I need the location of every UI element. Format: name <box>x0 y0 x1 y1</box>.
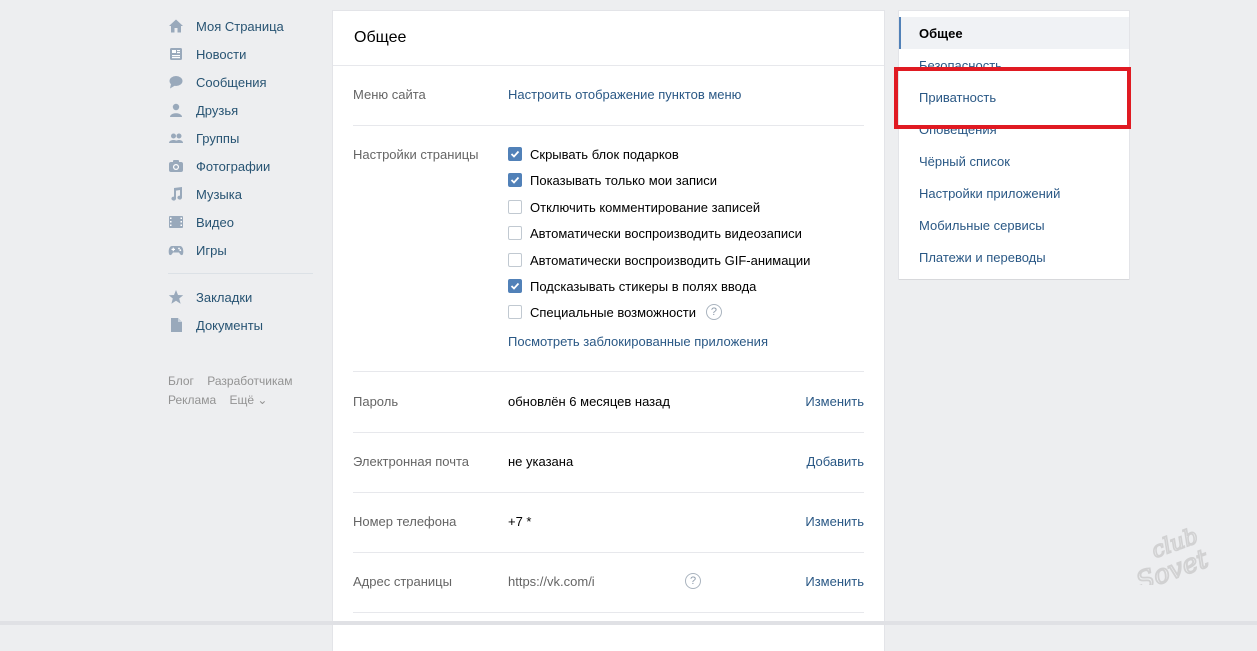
nav-item-video[interactable]: Видео <box>168 208 313 236</box>
camera-icon <box>168 158 184 174</box>
checkbox-unchecked[interactable] <box>508 226 522 240</box>
settings-panel: Общее Меню сайта Настроить отображение п… <box>333 11 884 651</box>
nav-item-label: Документы <box>196 317 264 333</box>
nav-item-photos[interactable]: Фотографии <box>168 152 313 180</box>
groups-icon <box>168 130 184 146</box>
nav-item-messages[interactable]: Сообщения <box>168 68 313 96</box>
nav-item-friends[interactable]: Друзья <box>168 96 313 124</box>
nav-item-documents[interactable]: Документы <box>168 311 313 339</box>
nav-item-label: Группы <box>196 130 240 146</box>
menu-item-mobile-services[interactable]: Мобильные сервисы <box>899 209 1129 241</box>
menu-item-payments[interactable]: Платежи и переводы <box>899 241 1129 273</box>
checkbox-unchecked[interactable] <box>508 305 522 319</box>
menu-item-app-settings[interactable]: Настройки приложений <box>899 177 1129 209</box>
phone-label: Номер телефона <box>353 514 457 529</box>
menu-item-security[interactable]: Безопасность <box>899 49 1129 81</box>
nav-item-bookmarks[interactable]: Закладки <box>168 283 313 311</box>
friends-icon <box>168 102 184 118</box>
option-label: Автоматически воспроизводить видеозаписи <box>530 225 802 241</box>
settings-sections-menu: Общее Безопасность Приватность Оповещени… <box>899 11 1129 279</box>
menu-item-notifications[interactable]: Оповещения <box>899 113 1129 145</box>
home-icon <box>168 18 184 34</box>
option-hide-gifts[interactable]: Скрывать блок подарков <box>508 144 679 164</box>
option-label: Показывать только мои записи <box>530 172 718 188</box>
news-icon <box>168 46 184 62</box>
option-accessibility[interactable]: Специальные возможности ? <box>508 302 722 322</box>
bottom-strip <box>0 621 1257 625</box>
blocked-apps-link[interactable]: Посмотреть заблокированные приложения <box>508 334 768 349</box>
change-password-link[interactable]: Изменить <box>805 394 864 409</box>
nav-item-groups[interactable]: Группы <box>168 124 313 152</box>
option-autoplay-gif[interactable]: Автоматически воспроизводить GIF-анимаци… <box>508 250 810 270</box>
divider <box>353 432 864 433</box>
footer-link-developers[interactable]: Разработчикам <box>207 374 292 388</box>
email-value: не указана <box>508 454 574 469</box>
nav-item-music[interactable]: Музыка <box>168 180 313 208</box>
footer-link-ads[interactable]: Реклама <box>168 393 216 407</box>
watermark-logo: club Sovet <box>1125 523 1225 598</box>
footer-link-more[interactable]: Ещё ⌄ <box>229 393 267 407</box>
option-suggest-stickers[interactable]: Подсказывать стикеры в полях ввода <box>508 276 756 296</box>
divider <box>353 552 864 553</box>
nav-item-label: Видео <box>196 214 234 230</box>
phone-value: +7 * <box>508 514 532 529</box>
nav-item-label: Закладки <box>196 289 253 305</box>
help-icon[interactable]: ? <box>685 573 701 589</box>
option-label: Специальные возможности <box>530 304 696 320</box>
password-label: Пароль <box>353 394 399 409</box>
page-settings-options: Скрывать блок подарков Показывать только… <box>353 144 864 344</box>
checkbox-unchecked[interactable] <box>508 200 522 214</box>
checkbox-unchecked[interactable] <box>508 253 522 267</box>
change-address-link[interactable]: Изменить <box>805 574 864 589</box>
option-autoplay-video[interactable]: Автоматически воспроизводить видеозаписи <box>508 223 802 243</box>
nav-item-label: Моя Страница <box>196 18 284 34</box>
option-label: Автоматически воспроизводить GIF-анимаци… <box>530 252 811 268</box>
menu-item-privacy[interactable]: Приватность <box>899 81 1129 113</box>
divider <box>353 125 864 126</box>
menu-item-blacklist[interactable]: Чёрный список <box>899 145 1129 177</box>
menu-item-general[interactable]: Общее <box>899 17 1129 49</box>
option-disable-comments[interactable]: Отключить комментирование записей <box>508 197 760 217</box>
email-label: Электронная почта <box>353 454 470 469</box>
gamepad-icon <box>168 242 184 258</box>
option-label: Отключить комментирование записей <box>530 199 761 215</box>
checkbox-checked[interactable] <box>508 279 522 293</box>
divider <box>353 492 864 493</box>
nav-item-label: Музыка <box>196 186 242 202</box>
messages-icon <box>168 74 184 90</box>
nav-item-label: Сообщения <box>196 74 267 90</box>
nav-item-games[interactable]: Игры <box>168 236 313 264</box>
password-status: обновлён 6 месяцев назад <box>508 394 670 409</box>
option-label: Подсказывать стикеры в полях ввода <box>530 278 757 294</box>
divider <box>353 612 864 613</box>
nav-item-label: Фотографии <box>196 158 271 174</box>
nav-item-label: Друзья <box>196 102 239 118</box>
menu-label: Меню сайта <box>353 87 426 102</box>
customize-menu-link[interactable]: Настроить отображение пунктов меню <box>508 87 741 102</box>
change-phone-link[interactable]: Изменить <box>805 514 864 529</box>
checkbox-checked[interactable] <box>508 173 522 187</box>
option-label: Скрывать блок подарков <box>530 146 679 162</box>
panel-title: Общее <box>333 11 884 66</box>
nav-item-my-page[interactable]: Моя Страница <box>168 12 313 40</box>
nav-divider <box>168 273 313 274</box>
music-icon <box>168 186 184 202</box>
document-icon <box>168 317 184 333</box>
address-value: https://vk.com/i <box>508 574 595 589</box>
star-icon <box>168 289 184 305</box>
footer-links: Блог Разработчикам Реклама Ещё ⌄ <box>168 372 313 410</box>
left-navigation: Моя Страница Новости Сообщения Друзья Гр… <box>168 12 313 410</box>
nav-item-label: Игры <box>196 242 227 258</box>
address-label: Адрес страницы <box>353 574 452 589</box>
footer-link-blog[interactable]: Блог <box>168 374 194 388</box>
add-email-link[interactable]: Добавить <box>807 454 864 469</box>
help-icon[interactable]: ? <box>705 304 722 320</box>
divider <box>353 371 864 372</box>
nav-item-label: Новости <box>196 46 247 62</box>
video-icon <box>168 214 184 230</box>
checkbox-checked[interactable] <box>508 147 522 161</box>
option-show-only-my-posts[interactable]: Показывать только мои записи <box>508 170 717 190</box>
nav-item-news[interactable]: Новости <box>168 40 313 68</box>
